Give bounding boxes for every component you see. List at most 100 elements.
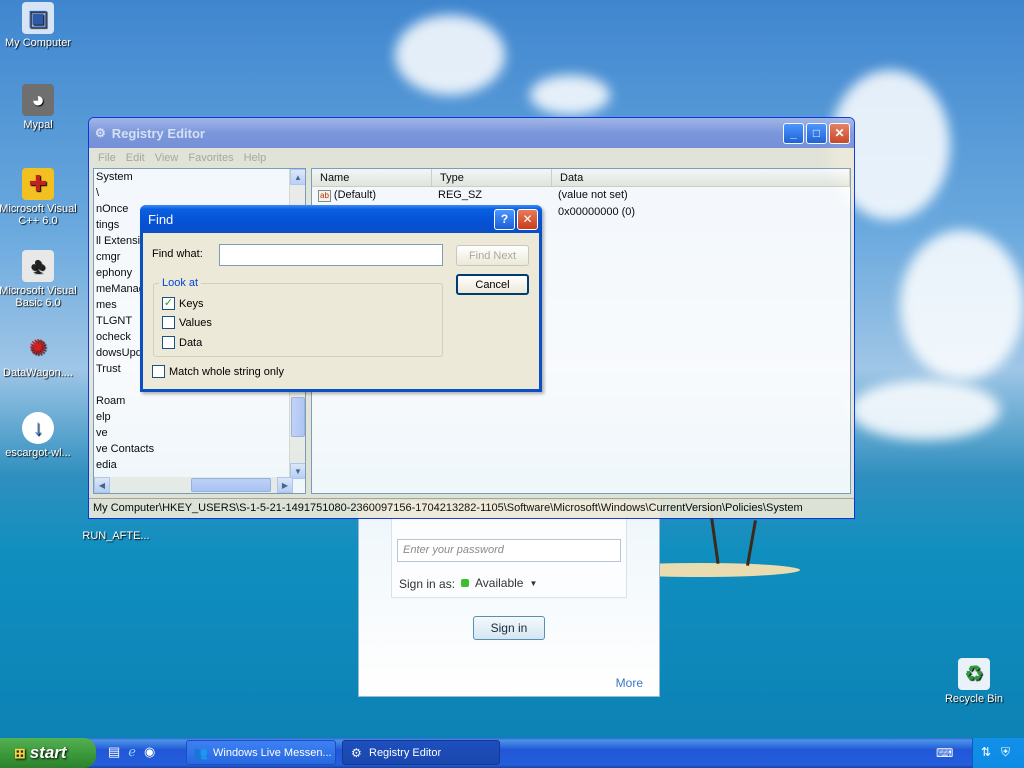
desktop-icon-mypal[interactable]: ◕ Mypal [0,84,78,131]
checkbox-box [162,336,175,349]
close-button[interactable]: ✕ [829,122,850,144]
start-button[interactable]: ⊞ start [0,738,96,768]
data-label: Data [179,336,203,349]
values-checkbox[interactable]: Values [162,316,212,329]
quick-launch: ▤ ℯ ◉ [108,744,155,760]
column-header-name[interactable]: Name [312,169,432,186]
datawagon-icon: ✺ [28,335,48,360]
find-dialog: Find ? ✕ Find what: Find Next Cancel Loo… [140,205,542,392]
tree-item[interactable]: System [94,169,305,185]
desktop-icon-label: Microsoft Visual C++ 6.0 [0,203,77,227]
hscroll-thumb[interactable] [191,478,271,492]
menu-bar: File Edit View Favorites Help [89,148,854,168]
maximize-button[interactable]: □ [806,122,827,144]
scroll-up-arrow-icon[interactable]: ▲ [290,169,305,185]
visual-basic-icon: ♣ [22,250,54,282]
menu-help[interactable]: Help [239,152,272,164]
desktop-icon-my-computer[interactable]: ▣ My Computer [0,2,78,49]
desktop-icon-visual-basic[interactable]: ♣ Microsoft Visual Basic 6.0 [0,250,78,309]
internet-explorer-icon[interactable]: ℯ [128,744,136,760]
more-link[interactable]: More [616,676,643,690]
tree-item[interactable]: \ [94,185,305,201]
desktop-icon-label: Microsoft Visual Basic 6.0 [0,285,77,309]
data-checkbox[interactable]: Data [162,336,202,349]
desktop-icon-run-after[interactable]: RUN_AFTE... [76,530,156,542]
value-data: 0x00000000 (0) [558,206,636,218]
tree-horizontal-scrollbar[interactable]: ◀ ▶ [94,477,293,493]
desktop-icon-visual-cpp[interactable]: ✚ Microsoft Visual C++ 6.0 [0,168,78,227]
tree-item[interactable]: elp [94,409,305,425]
registry-editor-titlebar[interactable]: ⚙ Registry Editor _ □ ✕ [89,118,854,148]
desktop-icon-escargot[interactable]: ↓ escargot-wl... [0,412,78,459]
column-header-type[interactable]: Type [432,169,552,186]
security-icon[interactable]: ⛨ [1001,745,1010,760]
task-registry-editor[interactable]: ⚙ Registry Editor [342,740,500,765]
menu-favorites[interactable]: Favorites [183,152,238,164]
visual-cpp-icon: ✚ [22,168,54,200]
status-bar-path: My Computer\HKEY_USERS\S-1-5-21-14917510… [89,498,854,518]
find-dialog-titlebar[interactable]: Find ? ✕ [140,205,542,233]
task-label: Windows Live Messen... [213,746,332,759]
keys-checkbox[interactable]: ✓ Keys [162,297,203,310]
desktop-icon-datawagon[interactable]: ✺ DataWagon.... [0,332,78,379]
network-icon[interactable]: ⇅ [981,745,991,759]
find-what-input[interactable] [219,244,443,266]
password-field[interactable]: Enter your password [397,539,621,562]
window-title: Registry Editor [111,125,205,141]
string-value-icon: ab [318,189,331,202]
value-name: (Default) [333,189,377,201]
value-type: REG_SZ [438,189,483,201]
recycle-bin-icon: ♻ [958,658,990,690]
close-button[interactable]: ✕ [517,208,538,230]
menu-edit[interactable]: Edit [121,152,150,164]
windows-logo-icon: ⊞ [14,744,26,761]
menu-view[interactable]: View [150,152,184,164]
status-dropdown[interactable]: Available ▼ [461,576,537,590]
menu-file[interactable]: File [93,152,121,164]
escargot-icon: ↓ [22,412,54,444]
taskbar: ⊞ start ▤ ℯ ◉ 👥 Windows Live Messen... ⚙… [0,738,1024,768]
scroll-right-arrow-icon[interactable]: ▶ [277,477,293,493]
desktop-icon-label: Mypal [23,119,53,131]
raccoon-icon: ◕ [22,84,54,116]
find-next-button[interactable]: Find Next [456,245,529,266]
cancel-button[interactable]: Cancel [456,274,529,295]
values-label: Values [179,316,212,329]
checkmark-icon: ✓ [162,297,175,310]
match-whole-string-checkbox[interactable]: Match whole string only [152,365,284,378]
desktop-icon-label: Recycle Bin [944,693,1004,705]
task-label: Registry Editor [369,746,442,759]
regedit-icon: ⚙ [95,126,106,140]
show-desktop-icon[interactable]: ▤ [108,744,120,760]
status-value: Available [475,576,524,590]
tree-item[interactable]: Roam [94,393,305,409]
list-item[interactable]: ab (Default) REG_SZ (value not set) [312,187,850,204]
media-player-icon[interactable]: ◉ [144,744,155,760]
scroll-thumb[interactable] [291,397,305,437]
checkbox-box [162,316,175,329]
desktop-icon-recycle-bin[interactable]: ♻ Recycle Bin [934,658,1014,705]
system-tray: ⇅ ⛨ [972,738,1024,768]
dialog-title: Find [148,211,174,227]
regedit-icon: ⚙ [351,746,362,760]
match-whole-label: Match whole string only [169,365,284,378]
tree-item[interactable]: ve [94,425,305,441]
start-label: start [29,743,67,762]
sign-in-button[interactable]: Sign in [473,616,545,640]
list-header: Name Type Data [312,169,850,187]
help-button[interactable]: ? [494,208,515,230]
look-at-label: Look at [159,277,202,289]
task-messenger[interactable]: 👥 Windows Live Messen... [186,740,336,765]
sign-in-as-label: Sign in as: [399,577,456,591]
tree-item[interactable]: edia [94,457,305,473]
tree-item[interactable]: ve Contacts [94,441,305,457]
chevron-down-icon: ▼ [529,578,538,588]
scroll-left-arrow-icon[interactable]: ◀ [94,477,110,493]
column-header-data[interactable]: Data [552,169,850,186]
checkbox-box [152,365,165,378]
status-indicator-icon [461,579,469,587]
keyboard-icon[interactable]: ⌨ [936,746,953,760]
minimize-button[interactable]: _ [783,122,804,144]
keys-label: Keys [179,297,204,310]
desktop-icon-label: escargot-wl... [5,447,71,459]
